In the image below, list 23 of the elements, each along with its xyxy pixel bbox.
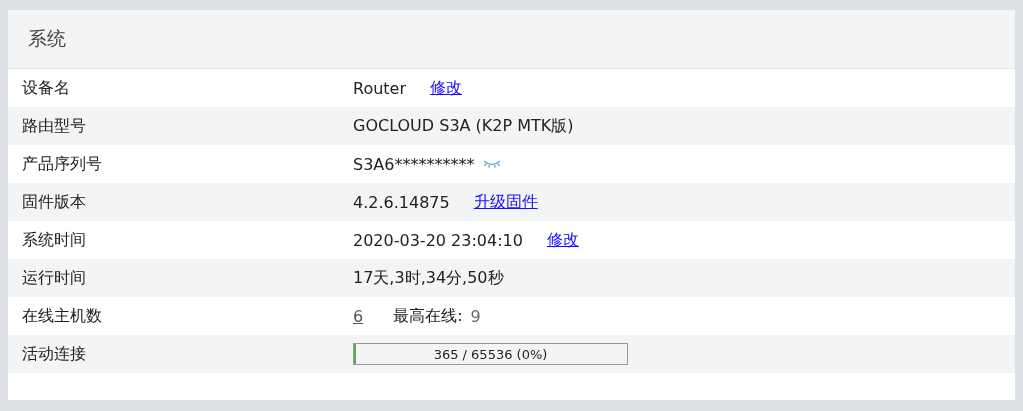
closed-eye-icon[interactable] <box>482 159 503 169</box>
field-value: 4.2.6.14875 <box>353 192 450 212</box>
meter-text: 365 / 65536 (0%) <box>433 346 548 362</box>
field-value: GOCLOUD S3A (K2P MTK版) <box>353 115 574 137</box>
field-label: 运行时间 <box>21 267 87 289</box>
host-count-link[interactable]: 6 <box>353 306 364 326</box>
field-value: Router <box>353 78 407 98</box>
field-value: 17天,3时,34分,50秒 <box>353 267 504 289</box>
field-label: 在线主机数 <box>21 305 103 327</box>
field-value: 2020-03-20 23:04:10 <box>353 230 523 250</box>
field-label: 活动连接 <box>21 343 87 365</box>
field-label: 路由型号 <box>21 115 87 137</box>
field-label: 设备名 <box>21 77 71 99</box>
action-link[interactable]: 修改 <box>546 229 579 251</box>
action-link[interactable]: 修改 <box>430 77 463 99</box>
panel-title: 系统 <box>28 26 66 51</box>
field-value: S3A6********** <box>353 154 475 174</box>
field-label: 系统时间 <box>21 229 87 251</box>
action-link[interactable]: 升级固件 <box>473 191 538 213</box>
field-label: 产品序列号 <box>21 153 103 175</box>
field-label: 固件版本 <box>21 191 87 213</box>
peak-label: 最高在线: <box>393 305 463 327</box>
peak-value: 9 <box>470 306 481 326</box>
